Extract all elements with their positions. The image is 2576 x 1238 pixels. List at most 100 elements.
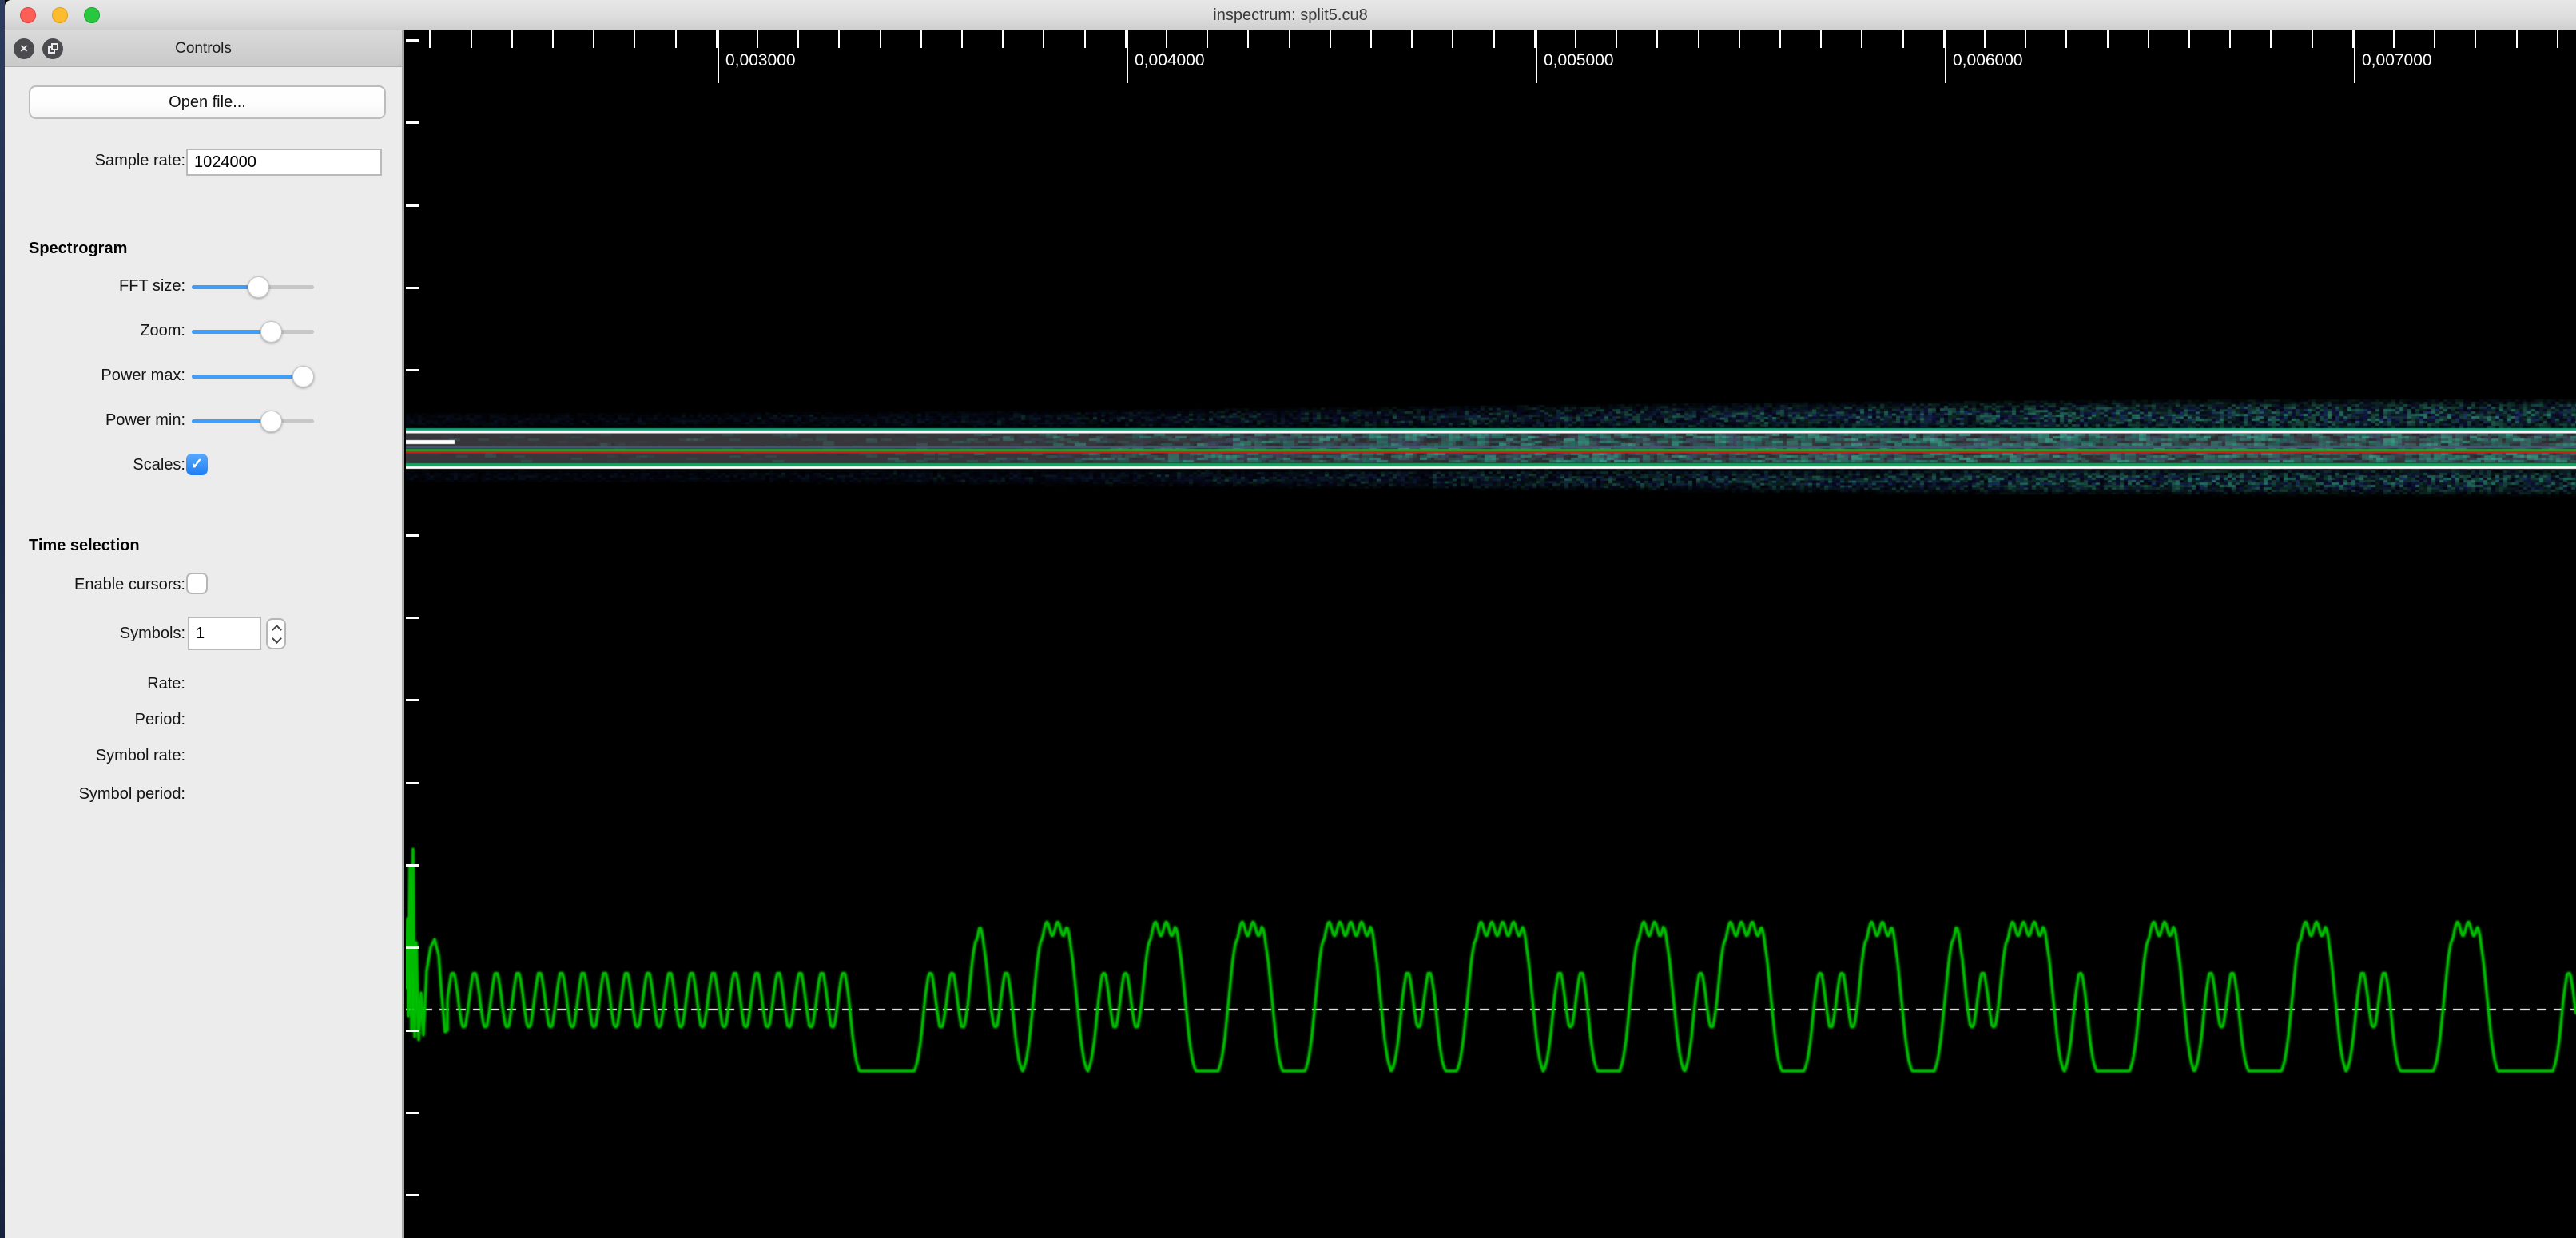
- time-tick-minor: [1656, 30, 1659, 48]
- frequency-tick: [406, 781, 419, 784]
- time-tick-major: [1536, 30, 1537, 83]
- sample-rate-input[interactable]: [186, 149, 382, 176]
- enable-cursors-checkbox[interactable]: [186, 573, 208, 594]
- time-tick-minor: [1902, 30, 1904, 48]
- time-tick-minor: [757, 30, 758, 48]
- symbol-period-label: Symbol period:: [78, 785, 185, 803]
- power-max-label: Power max:: [101, 367, 185, 384]
- fft-size-slider[interactable]: [192, 276, 314, 298]
- zoom-label: Zoom:: [140, 322, 185, 339]
- time-tick-major: [718, 30, 719, 83]
- frequency-tick: [406, 864, 419, 867]
- spectrogram-plot-area[interactable]: 0,003000 0,004000 0,005000 0,006000 0,007000: [406, 30, 2576, 1238]
- power-min-slider[interactable]: [192, 411, 314, 432]
- time-tick-minor: [1329, 30, 1331, 48]
- time-tick-minor: [1779, 30, 1781, 48]
- frequency-tick: [406, 699, 419, 702]
- time-tick-minor: [2515, 30, 2518, 48]
- time-axis-label: 0,004000: [1135, 51, 1205, 69]
- time-tick-minor: [1002, 30, 1004, 48]
- time-tick-minor: [1738, 30, 1740, 48]
- time-tick-minor: [1247, 30, 1250, 48]
- traffic-light-minimize-icon[interactable]: [52, 7, 68, 23]
- slider-knob[interactable]: [260, 321, 283, 343]
- enable-cursors-label: Enable cursors:: [74, 576, 185, 593]
- frequency-tick: [406, 121, 419, 125]
- traffic-light-close-icon[interactable]: [20, 7, 36, 23]
- slider-knob[interactable]: [247, 276, 269, 298]
- time-tick-minor: [2270, 30, 2272, 48]
- open-file-button[interactable]: Open file...: [29, 85, 386, 119]
- time-tick-minor: [552, 30, 554, 48]
- time-tick-minor: [470, 30, 472, 48]
- time-tick-minor: [1452, 30, 1454, 48]
- time-tick-minor: [593, 30, 595, 48]
- time-tick-minor: [2556, 30, 2558, 48]
- time-tick-minor: [2147, 30, 2149, 48]
- time-tick-minor: [1207, 30, 1209, 48]
- time-tick-minor: [1984, 30, 1986, 48]
- time-tick-minor: [1820, 30, 1823, 48]
- scales-checkbox[interactable]: ✓: [186, 454, 208, 475]
- sample-rate-label: Sample rate:: [94, 152, 185, 169]
- frequency-tick: [406, 1194, 419, 1197]
- time-tick-minor: [2434, 30, 2436, 48]
- float-squares-icon: [51, 43, 58, 50]
- slider-fill: [192, 419, 272, 423]
- time-selection-heading: Time selection: [29, 537, 140, 554]
- slider-knob[interactable]: [260, 411, 283, 432]
- time-axis-label: 0,007000: [2362, 51, 2432, 69]
- dock-float-icon[interactable]: [42, 38, 63, 59]
- app-window: inspectrum: split5.cu8 × Controls Open f…: [5, 0, 2576, 1238]
- time-tick-minor: [674, 30, 677, 48]
- frequency-tick: [406, 534, 419, 537]
- slider-knob[interactable]: [292, 366, 315, 387]
- dock-close-icon[interactable]: ×: [14, 38, 34, 59]
- symbols-stepper[interactable]: [266, 618, 286, 649]
- dock-title: Controls: [175, 40, 232, 57]
- time-tick-minor: [511, 30, 513, 48]
- power-min-label: Power min:: [105, 411, 185, 429]
- time-tick-minor: [879, 30, 881, 48]
- time-tick-minor: [1697, 30, 1699, 48]
- zoom-slider[interactable]: [192, 321, 314, 343]
- time-tick-minor: [920, 30, 922, 48]
- time-tick-minor: [2106, 30, 2109, 48]
- chevron-down-icon[interactable]: [272, 633, 282, 644]
- frequency-tick: [406, 286, 419, 289]
- time-tick-minor: [2311, 30, 2313, 48]
- frequency-tick: [406, 369, 419, 372]
- time-tick-minor: [961, 30, 963, 48]
- time-tick-minor: [1575, 30, 1576, 48]
- frequency-tick: [406, 1029, 419, 1032]
- time-tick-minor: [1288, 30, 1290, 48]
- time-tick-minor: [1166, 30, 1167, 48]
- frequency-tick: [406, 204, 419, 207]
- time-tick-minor: [1043, 30, 1045, 48]
- time-axis-label: 0,003000: [725, 51, 796, 69]
- time-tick-minor: [838, 30, 841, 48]
- traffic-light-zoom-icon[interactable]: [84, 7, 100, 23]
- frequency-tick: [406, 1111, 419, 1114]
- dock-header[interactable]: × Controls: [5, 30, 402, 67]
- time-axis-label: 0,006000: [1953, 51, 2023, 69]
- symbols-label: Symbols:: [119, 625, 185, 642]
- rate-label: Rate:: [147, 675, 185, 692]
- time-tick-major: [1945, 30, 1946, 83]
- time-tick-minor: [2393, 30, 2395, 48]
- spectrogram-view[interactable]: [406, 30, 2576, 1238]
- symbols-input[interactable]: [188, 617, 261, 650]
- title-bar[interactable]: inspectrum: split5.cu8: [5, 0, 2576, 30]
- symbol-rate-label: Symbol rate:: [95, 747, 185, 764]
- slider-fill: [192, 330, 272, 334]
- window-title: inspectrum: split5.cu8: [1213, 6, 1368, 24]
- time-tick-minor: [797, 30, 800, 48]
- time-tick-minor: [2065, 30, 2068, 48]
- time-tick-minor: [2188, 30, 2190, 48]
- time-tick-major: [2354, 30, 2355, 83]
- power-max-slider[interactable]: [192, 366, 315, 387]
- frequency-tick: [406, 617, 419, 620]
- time-tick-minor: [1861, 30, 1863, 48]
- time-tick-minor: [2475, 30, 2477, 48]
- slider-fill: [192, 375, 304, 379]
